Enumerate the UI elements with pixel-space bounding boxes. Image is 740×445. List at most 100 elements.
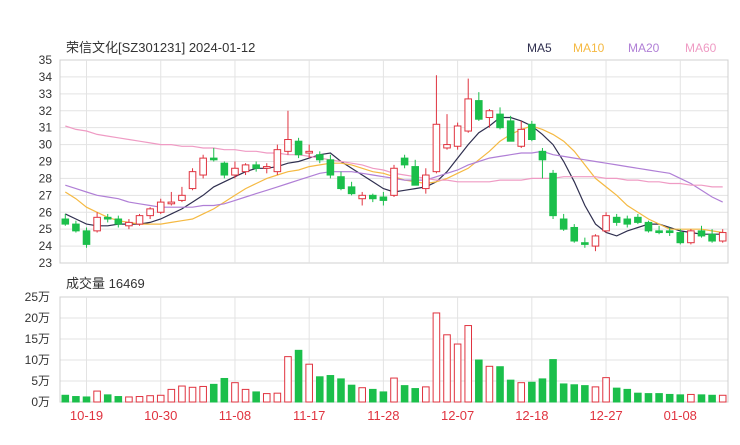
candle	[284, 110, 292, 155]
candle-body-up	[390, 167, 398, 196]
candle-body-down	[103, 216, 112, 220]
volume-bar	[326, 375, 335, 403]
volume-bar	[411, 388, 419, 403]
candle-body-down	[252, 164, 260, 169]
candle-body-up	[591, 235, 600, 247]
candle	[337, 171, 345, 191]
candle-body-down	[528, 123, 536, 141]
volume-bar	[708, 394, 716, 403]
candle-body-down	[644, 221, 653, 232]
candle	[506, 115, 515, 142]
candle	[135, 213, 144, 226]
volume-axis: 0万 5万 10万 15万 20万 25万	[25, 290, 50, 409]
candle	[72, 220, 80, 233]
volume-bar	[655, 393, 663, 403]
volume-bar	[697, 394, 706, 403]
volume-bar	[559, 383, 568, 403]
candle	[718, 229, 727, 243]
volume-bar	[305, 363, 313, 403]
legend-ma20: MA20	[628, 41, 660, 55]
candle	[146, 207, 154, 220]
volume-bar	[634, 392, 642, 403]
candle-body-down	[496, 113, 504, 129]
candle-body-up	[199, 157, 207, 176]
candle	[273, 144, 282, 176]
volume-bar	[347, 384, 356, 403]
candle-body-down	[337, 176, 345, 190]
legend-ma60: MA60	[685, 41, 717, 55]
candle-body-down	[347, 186, 356, 195]
candle-body-up	[135, 215, 144, 225]
candle	[369, 193, 377, 203]
volume-bar	[591, 386, 600, 403]
volume-bar	[422, 386, 430, 403]
price-tick-label: 26	[39, 205, 53, 219]
volume-bar	[358, 387, 366, 403]
candle-body-up	[231, 167, 239, 176]
volume-bar	[61, 394, 70, 403]
ma-legend: MA5 MA10 MA20 MA60	[527, 41, 717, 55]
candle	[464, 78, 473, 133]
volume-bar	[665, 393, 674, 403]
candle-body-down	[379, 196, 388, 201]
candle-body-down	[697, 230, 706, 237]
candle	[432, 75, 441, 174]
candle	[209, 147, 218, 162]
volume-bar	[644, 393, 653, 403]
candle-body-down	[612, 216, 621, 223]
volume-bar	[82, 396, 91, 403]
candle	[347, 181, 356, 196]
volume-bar	[602, 377, 610, 403]
candle	[61, 213, 70, 226]
candle	[178, 186, 186, 203]
candlesticks	[61, 75, 727, 252]
volume-bar	[612, 387, 621, 403]
chart-canvas: 荣信文化[SZ301231] 2024-01-12 MA5 MA10 MA20 MA6…	[25, 40, 729, 423]
price-tick-label: 35	[39, 53, 53, 67]
volume-bar	[199, 385, 207, 403]
candle	[114, 215, 123, 228]
candle-body-down	[294, 140, 303, 156]
candle-body-up	[93, 216, 101, 232]
candle-body-up	[284, 139, 292, 152]
candle-body-down	[559, 218, 568, 230]
candle-body-down	[655, 230, 663, 234]
candle-body-up	[718, 232, 727, 242]
volume-bar	[496, 366, 504, 403]
volume-tick-label: 25万	[25, 290, 50, 304]
candle-body-down	[549, 172, 557, 217]
price-tick-label: 27	[39, 188, 53, 202]
candle	[390, 164, 398, 198]
candle	[517, 120, 526, 148]
volume-bar	[114, 396, 123, 403]
volume-tick-label: 0万	[31, 395, 50, 409]
volume-bar	[485, 365, 494, 403]
candle-body-up	[241, 164, 250, 173]
candle-body-down	[506, 120, 515, 142]
date-tick-label: 10-30	[144, 408, 177, 423]
volume-bar	[506, 379, 515, 403]
candle-body-down	[411, 166, 419, 186]
date-tick-label: 11-17	[293, 408, 325, 423]
candle-body-down	[634, 216, 642, 223]
price-tick-label: 30	[39, 138, 53, 152]
candle	[559, 213, 568, 231]
candle-body-up	[167, 201, 176, 205]
candle-body-up	[443, 144, 451, 149]
volume-bar	[432, 312, 441, 403]
candle	[453, 122, 462, 150]
volume-bar	[369, 388, 377, 403]
candle	[82, 227, 91, 248]
date-tick-label: 12-18	[515, 408, 548, 423]
candle	[167, 191, 176, 206]
stock-chart: 荣信文化[SZ301231] 2024-01-12 MA5 MA10 MA20 MA6…	[0, 0, 740, 440]
candle-body-down	[114, 218, 123, 225]
candle-body-up	[125, 221, 133, 227]
candle-body-up	[485, 110, 494, 119]
candle-body-up	[464, 98, 473, 132]
candle-body-up	[422, 174, 430, 190]
candle	[199, 154, 207, 179]
volume-bar	[400, 385, 409, 403]
candle-body-down	[475, 100, 483, 120]
volume-bar	[125, 396, 133, 403]
